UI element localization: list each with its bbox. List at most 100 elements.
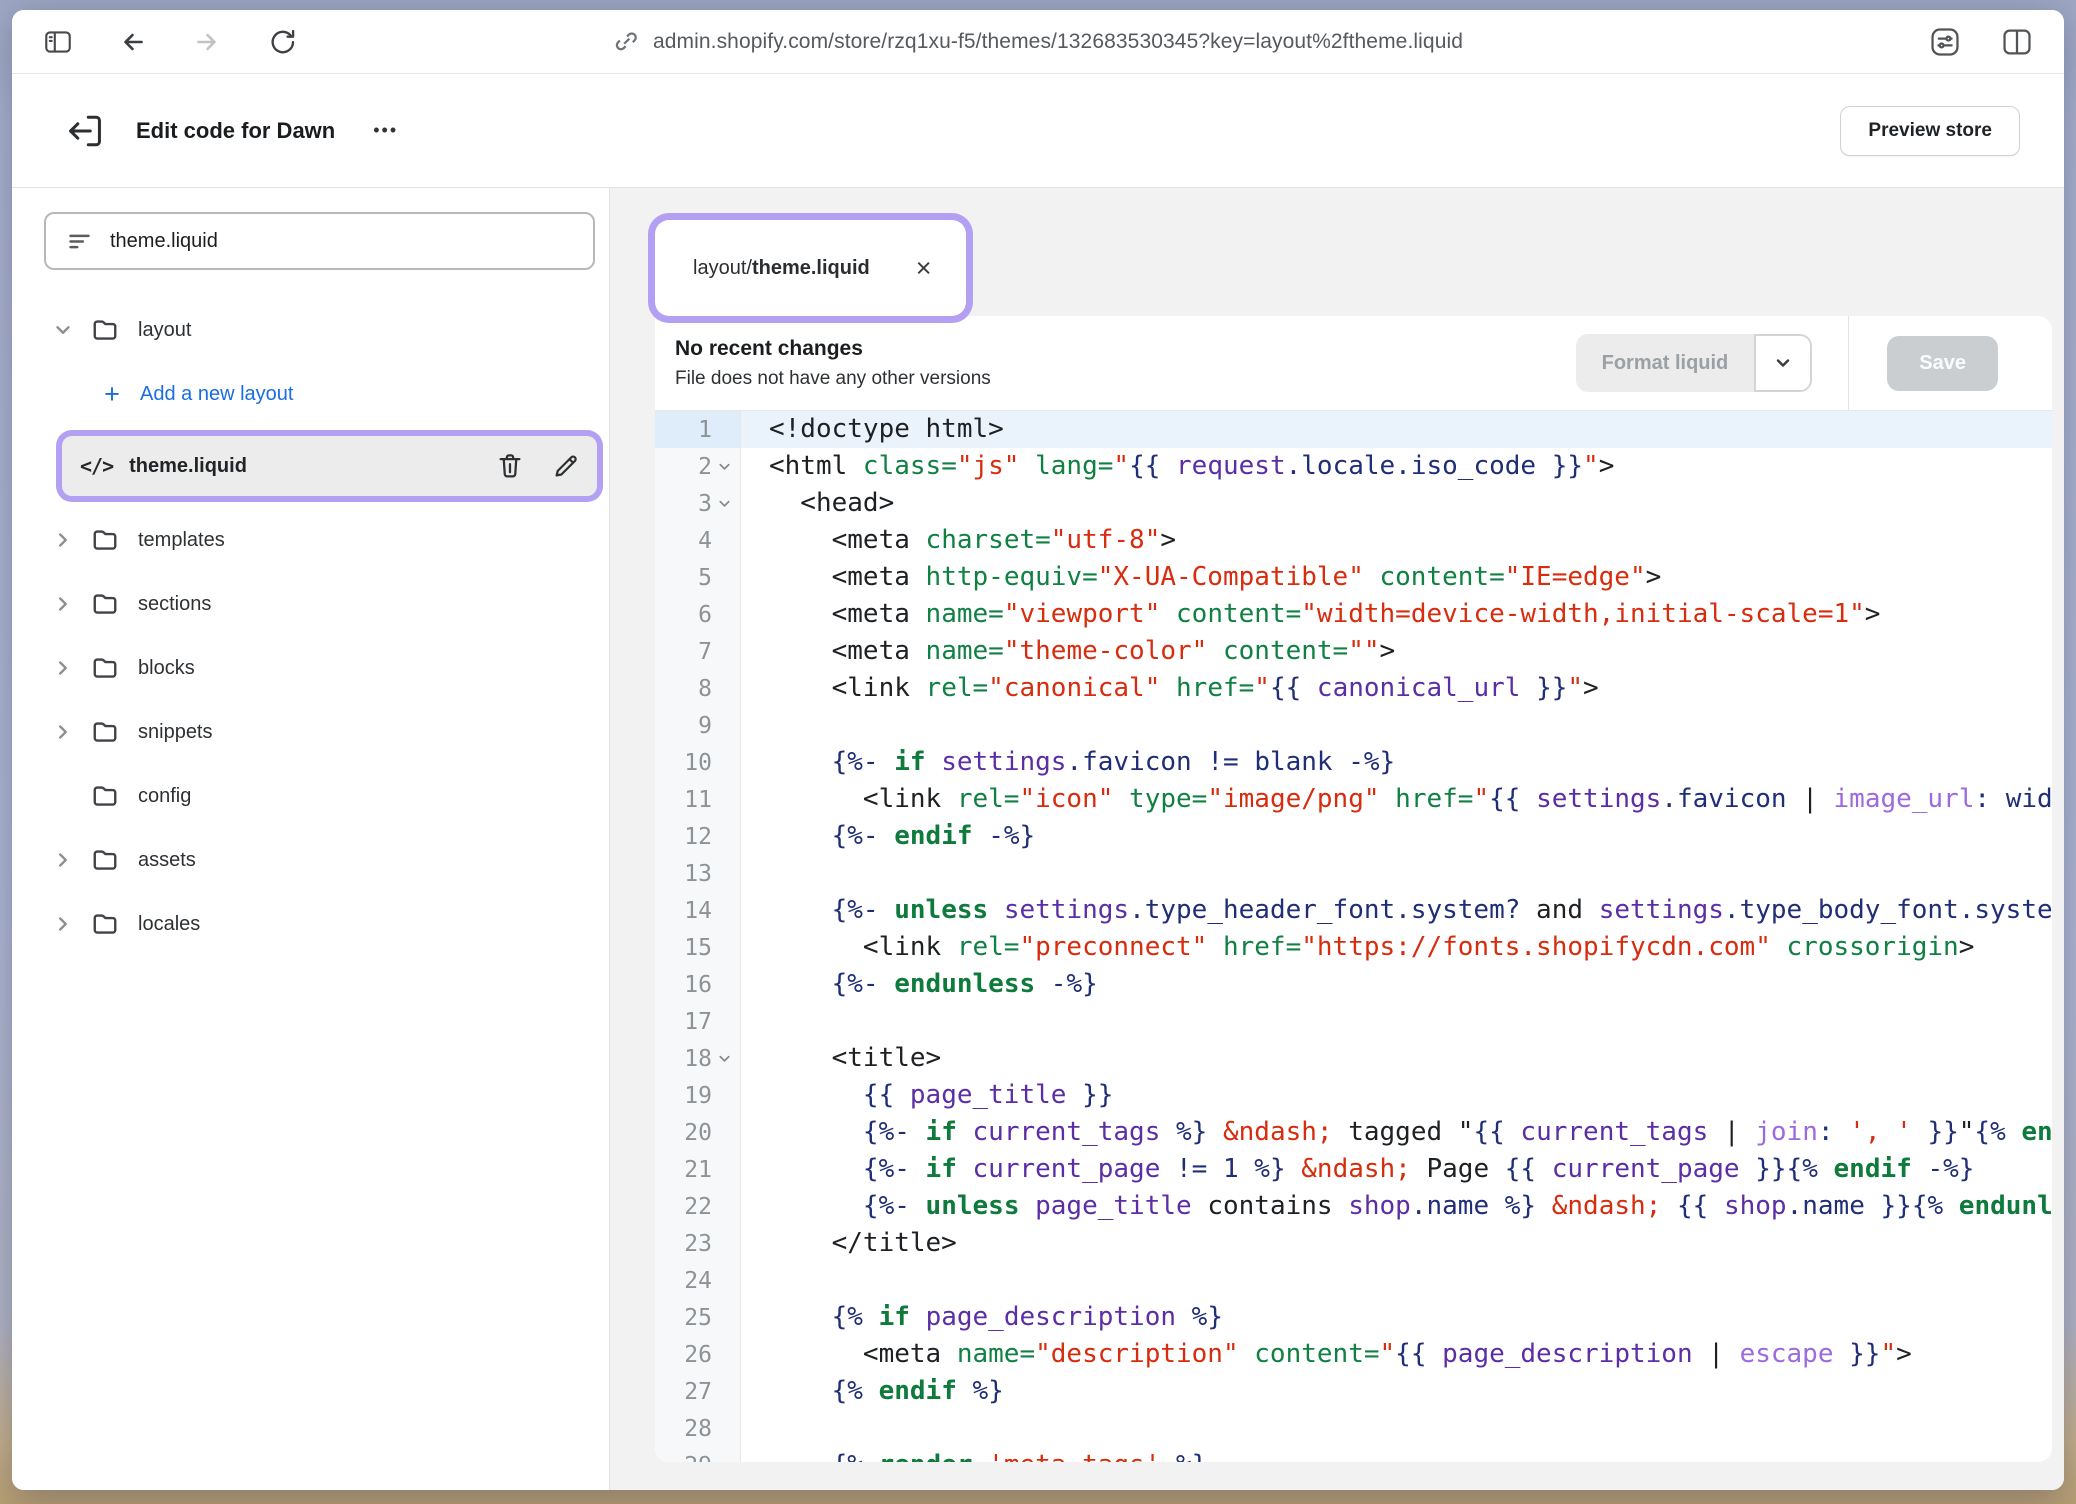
code-text[interactable] [741, 855, 2052, 892]
code-line-6[interactable]: 6 <meta name="viewport" content="width=d… [655, 596, 2052, 633]
code-line-26[interactable]: 26 <meta name="description" content="{{ … [655, 1336, 2052, 1373]
code-text[interactable]: <html class="js" lang="{{ request.locale… [741, 448, 2052, 485]
code-text[interactable]: {%- unless settings.type_header_font.sys… [741, 892, 2052, 929]
more-menu-button[interactable]: ••• [373, 120, 398, 141]
code-line-3[interactable]: 3 <head> [655, 485, 2052, 522]
code-line-25[interactable]: 25 {% if page_description %} [655, 1299, 2052, 1336]
code-text[interactable]: <meta http-equiv="X-UA-Compatible" conte… [741, 559, 2052, 596]
tab-theme-liquid[interactable]: layout/theme.liquid × [655, 220, 966, 316]
gutter-line-3: 3 [655, 485, 741, 522]
code-text[interactable]: {% if page_description %} [741, 1299, 2052, 1336]
rename-file-button[interactable] [551, 451, 581, 481]
code-text[interactable]: {{ page_title }} [741, 1077, 2052, 1114]
save-button[interactable]: Save [1887, 336, 1998, 391]
line-number: 14 [684, 898, 712, 924]
tab-close-button[interactable]: × [916, 255, 932, 282]
sidebar-item-sections[interactable]: sections [12, 572, 609, 636]
code-line-17[interactable]: 17 [655, 1003, 2052, 1040]
code-line-27[interactable]: 27 {% endif %} [655, 1373, 2052, 1410]
code-line-23[interactable]: 23 </title> [655, 1225, 2052, 1262]
code-line-10[interactable]: 10 {%- if settings.favicon != blank -%} [655, 744, 2052, 781]
fold-toggle-icon[interactable] [712, 459, 736, 474]
code-text[interactable] [741, 1003, 2052, 1040]
format-liquid-button[interactable]: Format liquid [1576, 334, 1813, 392]
code-text[interactable]: {% endif %} [741, 1373, 2052, 1410]
code-line-24[interactable]: 24 [655, 1262, 2052, 1299]
code-line-13[interactable]: 13 [655, 855, 2052, 892]
fold-toggle-icon[interactable] [712, 496, 736, 511]
code-text[interactable]: {%- endif -%} [741, 818, 2052, 855]
code-text[interactable]: <!doctype html> [741, 411, 2052, 448]
sidebar-toggle-button[interactable] [42, 26, 74, 58]
code-text[interactable]: <title> [741, 1040, 2052, 1077]
back-button[interactable] [118, 27, 148, 57]
preview-store-button[interactable]: Preview store [1840, 106, 2020, 156]
code-line-20[interactable]: 20 {%- if current_tags %} &ndash; tagged… [655, 1114, 2052, 1151]
code-text[interactable]: <meta name="viewport" content="width=dev… [741, 596, 2052, 633]
code-text[interactable]: {%- if settings.favicon != blank -%} [741, 744, 2052, 781]
add-layout-button[interactable]: +Add a new layout [12, 362, 609, 426]
code-line-9[interactable]: 9 [655, 707, 2052, 744]
code-line-21[interactable]: 21 {%- if current_page != 1 %} &ndash; P… [655, 1151, 2052, 1188]
forward-button[interactable] [192, 27, 222, 57]
code-text[interactable]: <link rel="icon" type="image/png" href="… [741, 781, 2052, 818]
reload-button[interactable] [266, 27, 296, 57]
code-text[interactable]: {%- if current_page != 1 %} &ndash; Page… [741, 1151, 2052, 1188]
code-text[interactable]: </title> [741, 1225, 2052, 1262]
file-search-input[interactable]: theme.liquid [44, 212, 595, 270]
delete-file-button[interactable] [495, 451, 525, 481]
sidebar-item-locales[interactable]: locales [12, 892, 609, 956]
code-text[interactable] [741, 1262, 2052, 1299]
format-liquid-dropdown[interactable] [1754, 334, 1812, 392]
code-line-12[interactable]: 12 {%- endif -%} [655, 818, 2052, 855]
code-line-29[interactable]: 29 {% render 'meta-tags' %} [655, 1447, 2052, 1462]
code-text[interactable]: <meta charset="utf-8"> [741, 522, 2052, 559]
code-line-11[interactable]: 11 <link rel="icon" type="image/png" hre… [655, 781, 2052, 818]
code-line-16[interactable]: 16 {%- endunless -%} [655, 966, 2052, 1003]
code-line-2[interactable]: 2 <html class="js" lang="{{ request.local… [655, 448, 2052, 485]
code-line-7[interactable]: 7 <meta name="theme-color" content=""> [655, 633, 2052, 670]
code-text[interactable]: {% render 'meta-tags' %} [741, 1447, 2052, 1462]
chevron-right-icon[interactable] [52, 529, 74, 551]
code-text[interactable]: {%- if current_tags %} &ndash; tagged "{… [741, 1114, 2052, 1151]
code-editor[interactable]: 1<!doctype html> 2 <html class="js" lang="… [655, 410, 2052, 1462]
chevron-right-icon[interactable] [52, 721, 74, 743]
code-text[interactable]: <link rel="preconnect" href="https://fon… [741, 929, 2052, 966]
exit-button[interactable] [64, 110, 106, 152]
code-text[interactable]: {%- endunless -%} [741, 966, 2052, 1003]
code-text[interactable] [741, 707, 2052, 744]
code-line-28[interactable]: 28 [655, 1410, 2052, 1447]
sidebar-item-blocks[interactable]: blocks [12, 636, 609, 700]
code-line-1[interactable]: 1<!doctype html> [655, 411, 2052, 448]
code-line-18[interactable]: 18 <title> [655, 1040, 2052, 1077]
code-line-4[interactable]: 4 <meta charset="utf-8"> [655, 522, 2052, 559]
code-text[interactable] [741, 1410, 2052, 1447]
sidebar-item-theme-liquid-selected[interactable]: </>theme.liquid [62, 436, 597, 496]
chevron-down-icon[interactable] [52, 319, 74, 341]
code-text[interactable]: <head> [741, 485, 2052, 522]
code-line-22[interactable]: 22 {%- unless page_title contains shop.n… [655, 1188, 2052, 1225]
sidebar-item-layout[interactable]: layout [12, 298, 609, 362]
code-line-5[interactable]: 5 <meta http-equiv="X-UA-Compatible" con… [655, 559, 2052, 596]
fold-toggle-icon[interactable] [712, 1051, 736, 1066]
code-line-14[interactable]: 14 {%- unless settings.type_header_font.… [655, 892, 2052, 929]
chevron-right-icon[interactable] [52, 913, 74, 935]
code-line-15[interactable]: 15 <link rel="preconnect" href="https://… [655, 929, 2052, 966]
line-number: 2 [698, 454, 712, 480]
code-text[interactable]: <meta name="theme-color" content=""> [741, 633, 2052, 670]
code-text[interactable]: {%- unless page_title contains shop.name… [741, 1188, 2052, 1225]
browser-settings-button[interactable] [1928, 25, 1962, 59]
sidebar-item-templates[interactable]: templates [12, 508, 609, 572]
split-view-button[interactable] [2000, 25, 2034, 59]
code-text[interactable]: <link rel="canonical" href="{{ canonical… [741, 670, 2052, 707]
chevron-right-icon[interactable] [52, 849, 74, 871]
sidebar-item-assets[interactable]: assets [12, 828, 609, 892]
sidebar-item-config[interactable]: config [12, 764, 609, 828]
chevron-right-icon[interactable] [52, 593, 74, 615]
code-line-19[interactable]: 19 {{ page_title }} [655, 1077, 2052, 1114]
code-text[interactable]: <meta name="description" content="{{ pag… [741, 1336, 2052, 1373]
code-line-8[interactable]: 8 <link rel="canonical" href="{{ canonic… [655, 670, 2052, 707]
address-bar[interactable]: admin.shopify.com/store/rzq1xu-f5/themes… [12, 10, 2064, 73]
chevron-right-icon[interactable] [52, 657, 74, 679]
sidebar-item-snippets[interactable]: snippets [12, 700, 609, 764]
